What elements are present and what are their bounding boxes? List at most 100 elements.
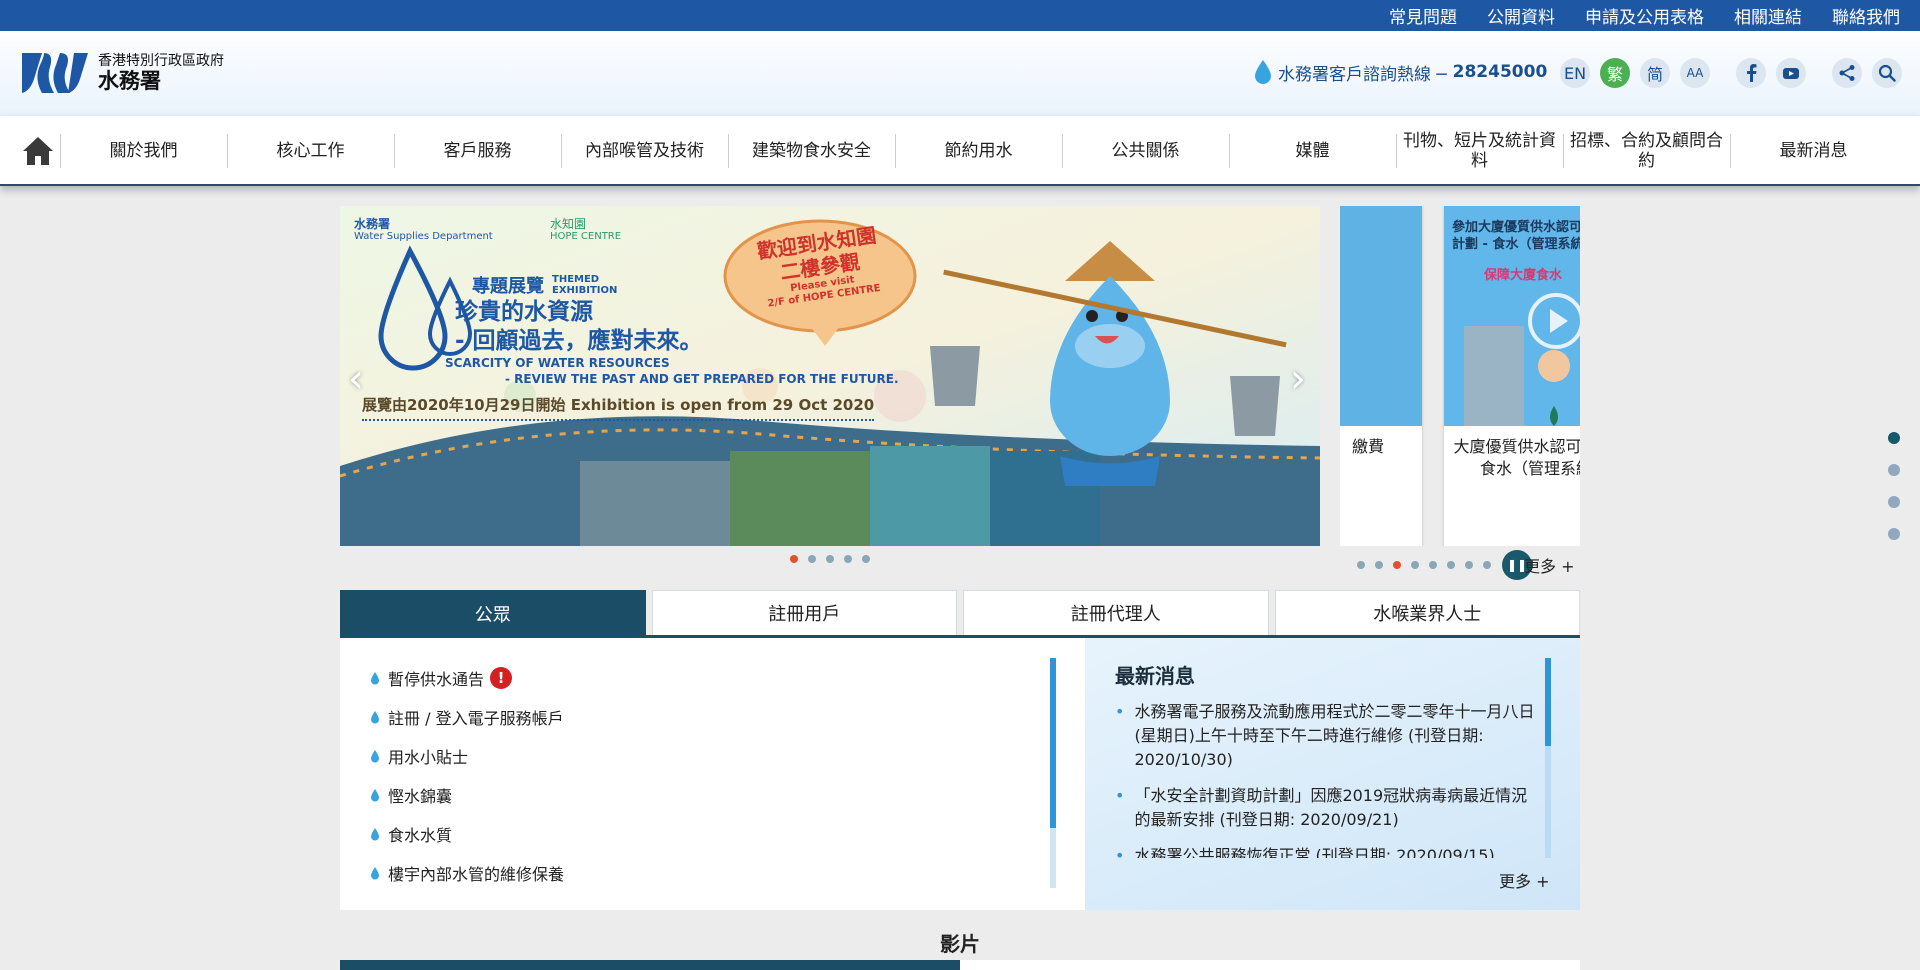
main-banner[interactable]: 水務署 Water Supplies Department 水知園 HOPE C… [340, 206, 1320, 546]
side-dot[interactable] [1483, 561, 1491, 569]
list-item[interactable]: 暫停供水通告 ! [370, 658, 564, 697]
news-panel: 最新消息 • 水務署電子服務及流動應用程式於二零二零年十一月八日(星期日)上午十時… [1085, 638, 1580, 910]
lang-tc-button[interactable]: 繁 [1600, 58, 1630, 88]
nav-about-us[interactable]: 關於我們 [60, 116, 227, 186]
dept-name: 水務署 [98, 68, 161, 93]
side-dot[interactable] [1447, 561, 1455, 569]
list-item[interactable]: 註冊 / 登入電子服務帳戶 [370, 697, 564, 736]
nav-plumbing-technical[interactable]: 內部喉管及技術 [561, 116, 728, 186]
site-logo[interactable]: 香港特別行政區政府 水務署 [20, 49, 224, 97]
news-more-link[interactable]: 更多 + [1499, 868, 1550, 892]
page-dot[interactable] [1888, 432, 1900, 444]
side-card-payment[interactable]: 繳費 [1340, 206, 1422, 546]
video-tab-bar [340, 960, 1580, 970]
list-item[interactable]: 食水水質 [370, 814, 564, 853]
audience-tabs: 公眾 註冊用戶 註冊代理人 水喉業界人士 [340, 590, 1580, 638]
youtube-icon[interactable] [1776, 58, 1806, 88]
water-drop-icon [371, 788, 379, 801]
water-drop-icon [371, 749, 379, 762]
nav-water-conservation[interactable]: 節約用水 [895, 116, 1062, 186]
side-more-link[interactable]: 更多 + [1524, 553, 1575, 577]
side-dot[interactable] [1429, 561, 1437, 569]
banner-dot[interactable] [808, 555, 816, 563]
side-carousel: 繳費 參加大廈優質供水認可計劃 - 食水（管理系統） 保障大廈食水 大廈優質供水… [1340, 206, 1580, 546]
side-card-quality-water[interactable]: 參加大廈優質供水認可計劃 - 食水（管理系統） 保障大廈食水 大廈優質供水認可計… [1444, 206, 1580, 546]
tab-plumbing-trade[interactable]: 水喉業界人士 [1274, 590, 1580, 635]
side-card-caption: 大廈優質供水認可計劃 — 食水（管理系統） [1453, 437, 1580, 479]
header-tools: EN 繁 简 AA [1560, 58, 1912, 88]
video-section-title: 影片 [940, 932, 980, 956]
page-dot[interactable] [1888, 528, 1900, 540]
links-scrollbar[interactable] [1050, 658, 1056, 888]
related-links-link[interactable]: 相關連結 [1734, 3, 1802, 28]
side-dot[interactable] [1357, 561, 1365, 569]
tab-registered-agents[interactable]: 註冊代理人 [963, 590, 1269, 635]
facebook-icon[interactable] [1736, 58, 1766, 88]
side-card-image: 參加大廈優質供水認可計劃 - 食水（管理系統） 保障大廈食水 [1444, 206, 1580, 426]
forms-link[interactable]: 申請及公用表格 [1585, 3, 1704, 28]
alert-icon: ! [490, 666, 513, 689]
share-icon[interactable] [1832, 58, 1862, 88]
lang-en-button[interactable]: EN [1560, 58, 1590, 88]
wsd-logo-icon [22, 53, 88, 93]
banner-dot[interactable] [844, 555, 852, 563]
news-item[interactable]: • 水務署電子服務及流動應用程式於二零二零年十一月八日(星期日)上午十時至下午二時… [1115, 700, 1535, 772]
list-item[interactable]: 慳水錦囊 [370, 775, 564, 814]
nav-tenders[interactable]: 招標、合約及顧問合約 [1563, 116, 1730, 186]
water-drop-icon [1255, 60, 1271, 84]
home-icon[interactable] [20, 134, 56, 168]
list-item[interactable]: 樓宇內部水管的維修保養 [370, 853, 564, 892]
page-dot[interactable] [1888, 496, 1900, 508]
water-drop-icon [371, 866, 379, 879]
banner-dot[interactable] [862, 555, 870, 563]
side-dot[interactable] [1411, 561, 1419, 569]
site-header: 香港特別行政區政府 水務署 水務署客戶諮詢熱線 ─ 28245000 EN 繁 … [0, 31, 1920, 116]
nav-media[interactable]: 媒體 [1229, 116, 1396, 186]
banner-dot[interactable] [790, 555, 798, 563]
side-dot[interactable] [1393, 561, 1401, 569]
banner-open-date: 展覽由2020年10月29日開始 Exhibition is open from… [362, 394, 875, 421]
water-drop-icon [371, 827, 379, 840]
side-card-image [1340, 206, 1422, 426]
contact-us-link[interactable]: 聯絡我們 [1832, 3, 1900, 28]
nav-core-work[interactable]: 核心工作 [227, 116, 394, 186]
nav-publications[interactable]: 刊物、短片及統計資料 [1396, 116, 1563, 186]
banner-headline: 珍貴的水資源 - 回顧過去，應對未來。 [455, 299, 703, 354]
lang-sc-button[interactable]: 简 [1640, 58, 1670, 88]
news-item[interactable]: • 水務署公共服務恢復正常 (刊登日期: 2020/09/15) [1115, 844, 1535, 858]
news-list: • 水務署電子服務及流動應用程式於二零二零年十一月八日(星期日)上午十時至下午二時… [1115, 700, 1535, 858]
nav-building-water-safety[interactable]: 建築物食水安全 [728, 116, 895, 186]
banner-next-arrow[interactable]: › [1290, 356, 1306, 402]
list-item[interactable]: 用水小貼士 [370, 736, 564, 775]
banner-prev-arrow[interactable]: ‹ [348, 356, 364, 402]
hotline-label: 水務署客戶諮詢熱線 ─ [1278, 64, 1447, 85]
news-item[interactable]: • 「水安全計劃資助計劃」因應2019冠狀病毒病最近情況的最新安排 (刊登日期: … [1115, 784, 1535, 832]
banner-pagination [785, 555, 875, 563]
side-dot[interactable] [1465, 561, 1473, 569]
tab-registered-users[interactable]: 註冊用戶 [651, 590, 957, 635]
tab-public[interactable]: 公眾 [340, 590, 646, 636]
side-dot[interactable] [1375, 561, 1383, 569]
banner-wsd-logo: 水務署 Water Supplies Department [354, 217, 493, 243]
news-scrollbar[interactable] [1545, 658, 1551, 858]
public-links-panel: 暫停供水通告 ! 註冊 / 登入電子服務帳戶 用水小貼士 慳水錦囊 食水水質 樓… [340, 638, 1085, 910]
top-utility-bar: 常見問題 公開資料 申請及公用表格 相關連結 聯絡我們 [0, 0, 1920, 31]
side-carousel-controls: ❚❚ 更多 + [1352, 550, 1575, 580]
public-info-link[interactable]: 公開資料 [1487, 3, 1555, 28]
page-dot[interactable] [1888, 464, 1900, 476]
faq-link[interactable]: 常見問題 [1389, 3, 1457, 28]
font-size-button[interactable]: AA [1680, 58, 1710, 88]
news-title: 最新消息 [1115, 664, 1195, 688]
gov-name: 香港特別行政區政府 [98, 52, 224, 69]
banner-themed-label: 專題展覽 THEMED EXHIBITION [472, 274, 618, 297]
hotline: 水務署客戶諮詢熱線 ─ 28245000 [1254, 59, 1547, 85]
nav-whats-new[interactable]: 最新消息 [1730, 116, 1897, 186]
banner-english: SCARCITY OF WATER RESOURCES - REVIEW THE… [445, 356, 899, 386]
banner-dot[interactable] [826, 555, 834, 563]
nav-customer-service[interactable]: 客戶服務 [394, 116, 561, 186]
search-icon[interactable] [1872, 58, 1902, 88]
main-nav: 關於我們 核心工作 客戶服務 內部喉管及技術 建築物食水安全 節約用水 公共關係… [0, 116, 1920, 186]
hotline-number[interactable]: 28245000 [1453, 62, 1548, 82]
nav-public-relations[interactable]: 公共關係 [1062, 116, 1229, 186]
water-drop-icon [371, 671, 379, 684]
